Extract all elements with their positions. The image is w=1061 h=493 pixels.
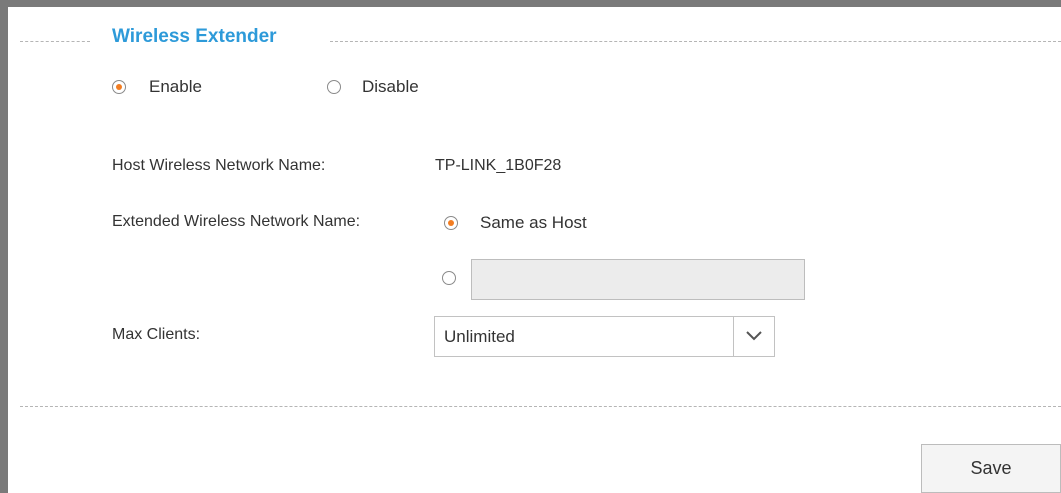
window-top-border xyxy=(0,0,1061,7)
disable-label[interactable]: Disable xyxy=(362,77,419,97)
same-as-host-radio[interactable] xyxy=(444,216,458,230)
max-clients-selected-value: Unlimited xyxy=(444,327,515,346)
section-divider-right xyxy=(330,41,1061,42)
save-button[interactable]: Save xyxy=(921,444,1061,493)
chevron-down-icon xyxy=(746,331,762,341)
max-clients-dropdown-toggle[interactable] xyxy=(733,317,774,356)
footer-divider xyxy=(20,406,1061,407)
section-divider-left xyxy=(20,41,90,42)
enable-radio[interactable] xyxy=(112,80,126,94)
host-network-name-label: Host Wireless Network Name: xyxy=(112,157,326,174)
max-clients-select[interactable]: Unlimited xyxy=(434,316,775,357)
max-clients-label: Max Clients: xyxy=(112,326,201,343)
host-network-name-value: TP-LINK_1B0F28 xyxy=(435,157,562,174)
enable-label[interactable]: Enable xyxy=(149,77,202,97)
custom-network-name-input[interactable] xyxy=(471,259,805,300)
custom-name-radio[interactable] xyxy=(442,271,456,285)
disable-radio[interactable] xyxy=(327,80,341,94)
window-left-border xyxy=(0,0,8,493)
same-as-host-label[interactable]: Same as Host xyxy=(480,213,587,233)
section-title: Wireless Extender xyxy=(112,26,277,47)
extended-network-name-label: Extended Wireless Network Name: xyxy=(112,213,361,230)
